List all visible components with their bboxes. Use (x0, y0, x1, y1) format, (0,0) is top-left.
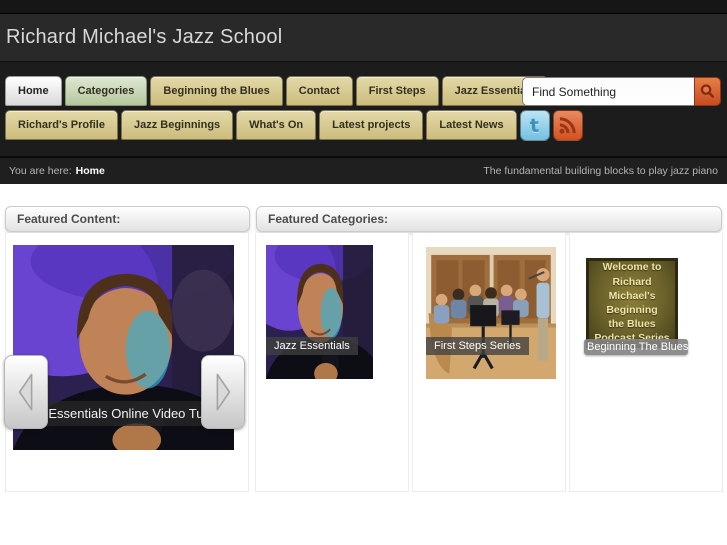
breadcrumb: You are here: Home (9, 165, 105, 177)
richard-portrait-illustration (266, 245, 373, 379)
tile-text-line: Richard Michael's (608, 275, 656, 302)
category-caption: Beginning The Blues (584, 339, 688, 355)
category-tile-beginning-the-blues[interactable]: Welcome to Richard Michael's Beginning t… (586, 258, 678, 348)
breadcrumb-bar: You are here: Home The fundamental buildi… (0, 156, 727, 184)
search-button[interactable] (694, 77, 721, 106)
carousel-next-button[interactable] (201, 355, 245, 429)
top-strip (0, 0, 727, 14)
tab-contact[interactable]: Contact (285, 76, 353, 106)
breadcrumb-prefix: You are here: (9, 165, 72, 177)
rss-icon (559, 117, 576, 134)
tab-first-steps[interactable]: First Steps (355, 76, 439, 106)
featured-content-heading: Featured Content: (5, 206, 250, 232)
site-title[interactable]: Richard Michael's Jazz School (0, 14, 727, 60)
page: Richard Michael's Jazz School Home Categ… (0, 0, 727, 545)
prev-arrow-icon (18, 373, 33, 411)
twitter-button[interactable]: t (519, 110, 550, 141)
featured-categories-heading: Featured Categories: (256, 206, 722, 232)
tab-latest-projects[interactable]: Latest projects (319, 110, 424, 140)
category-column-first-steps: First Steps Series (412, 233, 566, 492)
music-class-illustration (426, 247, 556, 379)
title-bar: Richard Michael's Jazz School (0, 14, 727, 62)
rss-button[interactable] (552, 110, 583, 141)
tab-home[interactable]: Home (5, 76, 62, 106)
tab-richards-profile[interactable]: Richard's Profile (5, 110, 118, 140)
carousel-prev-button[interactable] (4, 355, 48, 429)
tile-text-line: Beginning (606, 304, 658, 316)
next-arrow-icon (216, 373, 231, 411)
breadcrumb-current: Home (75, 165, 105, 177)
category-thumb-jazz-essentials[interactable]: Jazz Essentials (266, 245, 373, 379)
nav-row-secondary: Richard's Profile Jazz Beginnings What's… (5, 110, 583, 141)
category-caption: Jazz Essentials (266, 337, 358, 355)
search-input[interactable] (522, 77, 694, 106)
featured-slide: Jazz Essentials Online Video Tutorials (4, 245, 245, 450)
nav-row-primary: Home Categories Beginning the Blues Cont… (5, 76, 549, 106)
tab-beginning-the-blues[interactable]: Beginning the Blues (150, 76, 283, 106)
tab-whats-on[interactable]: What's On (236, 110, 317, 140)
category-column-beginning-the-blues: Welcome to Richard Michael's Beginning t… (569, 233, 723, 492)
navigation: Home Categories Beginning the Blues Cont… (0, 62, 727, 156)
featured-content-panel: Jazz Essentials Online Video Tutorials (4, 233, 249, 492)
tab-categories[interactable]: Categories (64, 76, 148, 106)
magnifier-icon (700, 84, 715, 98)
site-tagline: The fundamental building blocks to play … (483, 165, 718, 177)
twitter-bird-icon: t (529, 114, 540, 137)
category-thumb-first-steps[interactable]: First Steps Series (426, 247, 556, 379)
search-bar (522, 77, 721, 106)
tile-text-line: the Blues (608, 318, 656, 331)
category-column-jazz-essentials: Jazz Essentials (255, 233, 409, 492)
category-caption: First Steps Series (426, 337, 529, 355)
tile-text-line: Welcome to (602, 261, 662, 274)
tab-latest-news[interactable]: Latest News (426, 110, 517, 140)
tab-jazz-beginnings[interactable]: Jazz Beginnings (120, 110, 234, 140)
